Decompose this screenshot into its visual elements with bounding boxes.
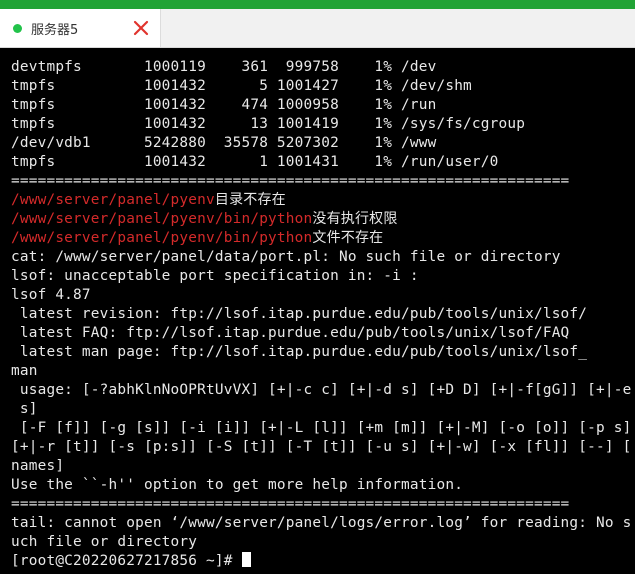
terminal-line: /dev/vdb1 5242880 35578 5207302 1% /www <box>11 135 437 151</box>
terminal-line: ========================================… <box>11 496 570 512</box>
terminal-line: tmpfs 1001432 474 1000958 1% /run <box>11 97 437 113</box>
error-message: 文件不存在 <box>312 230 384 246</box>
connection-status-dot-icon <box>13 23 22 33</box>
terminal-line: ========================================… <box>11 173 570 189</box>
terminal-line: /www/server/panel/pyenv/bin/python没有执行权限 <box>11 210 635 229</box>
terminal-line: tmpfs 1001432 13 1001419 1% /sys/fs/cgro… <box>11 116 526 132</box>
error-path: /www/server/panel/pyenv <box>11 192 215 208</box>
terminal-line: /www/server/panel/pyenv目录不存在 <box>11 191 635 210</box>
terminal-line: uch file or directory <box>11 534 198 550</box>
terminal-line: tmpfs 1001432 1 1001431 1% /run/user/0 <box>11 154 499 170</box>
prompt-line[interactable]: [root@C20220627217856 ~]# <box>11 552 635 571</box>
terminal-line: man <box>11 363 38 379</box>
terminal-line: latest FAQ: ftp://lsof.itap.purdue.edu/p… <box>11 325 570 341</box>
error-message: 没有执行权限 <box>312 211 398 227</box>
tab-bar: 服务器5 <box>0 9 635 48</box>
tab-server5[interactable]: 服务器5 <box>0 9 161 47</box>
terminal-output[interactable]: devtmpfs 1000119 361 999758 1% /dev tmpfs… <box>0 58 635 574</box>
window-top-accent-bar <box>0 0 635 9</box>
terminal-line: latest revision: ftp://lsof.itap.purdue.… <box>11 306 588 322</box>
terminal-line: latest man page: ftp://lsof.itap.purdue.… <box>11 344 588 360</box>
text-cursor <box>242 552 252 567</box>
terminal-line: usage: [-?abhKlnNoOPRtUvVX] [+|-c c] [+|… <box>11 382 632 398</box>
terminal-line: [+|-r [t]] [-s [p:s]] [-S [t]] [-T [t]] … <box>11 439 632 455</box>
terminal-line: names] <box>11 458 65 474</box>
terminal-line: cat: /www/server/panel/data/port.pl: No … <box>11 249 561 265</box>
close-icon[interactable] <box>132 19 150 37</box>
terminal-line: devtmpfs 1000119 361 999758 1% /dev <box>11 59 437 75</box>
terminal-line: Use the ``-h'' option to get more help i… <box>11 477 464 493</box>
shell-prompt: [root@C20220627217856 ~]# <box>11 553 242 569</box>
terminal-line: [-F [f]] [-g [s]] [-i [i]] [+|-L [l]] [+… <box>11 420 632 436</box>
error-path: /www/server/panel/pyenv/bin/python <box>11 230 313 246</box>
terminal-line: /www/server/panel/pyenv/bin/python文件不存在 <box>11 229 635 248</box>
error-path: /www/server/panel/pyenv/bin/python <box>11 211 313 227</box>
terminal-line: s] <box>11 401 38 417</box>
terminal-line: tail: cannot open ‘/www/server/panel/log… <box>11 515 632 531</box>
error-message: 目录不存在 <box>214 192 286 208</box>
tab-label: 服务器5 <box>31 22 79 38</box>
terminal-line: tmpfs 1001432 5 1001427 1% /dev/shm <box>11 78 472 94</box>
terminal-line: lsof 4.87 <box>11 287 91 303</box>
terminal-line: lsof: unacceptable port specification in… <box>11 268 419 284</box>
